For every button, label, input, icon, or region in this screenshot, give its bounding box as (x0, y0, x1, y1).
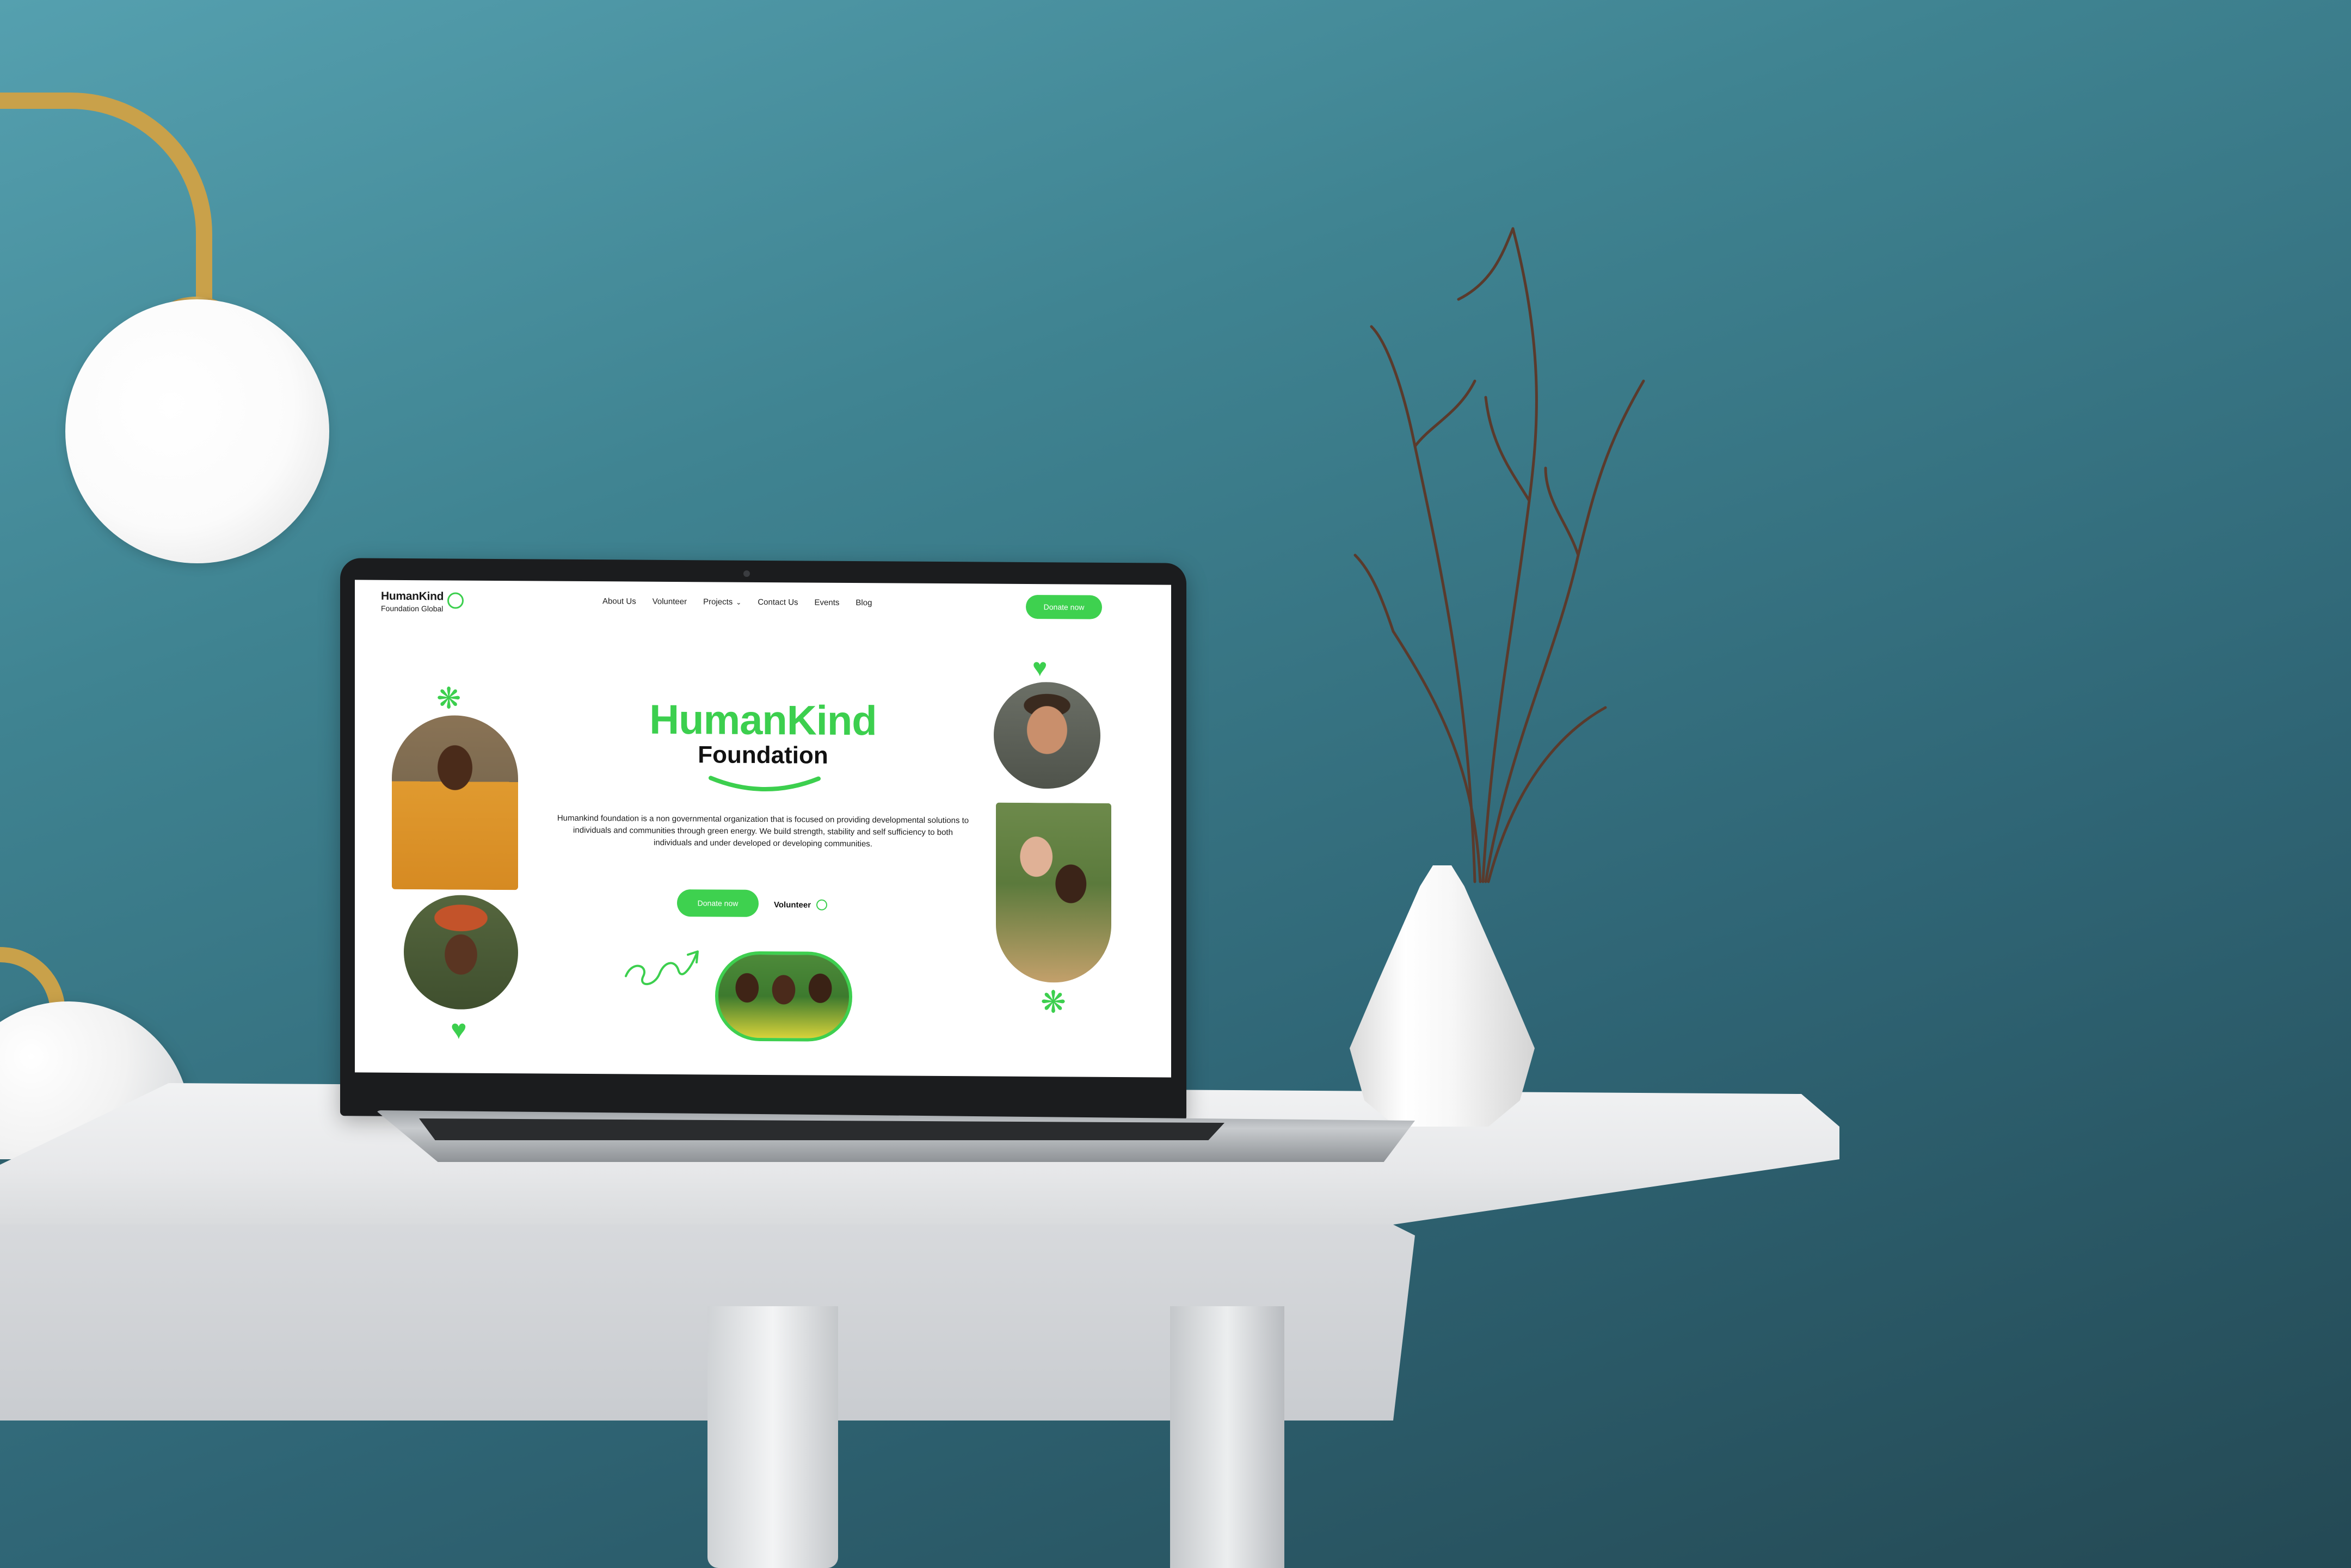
vase-branches (1353, 227, 1645, 883)
hero-description: Humankind foundation is a non government… (557, 813, 969, 848)
heart-icon: ♥ (1032, 653, 1048, 682)
main-nav: About Us Volunteer Projects ⌄ Contact Us … (602, 597, 872, 607)
logo-subtitle: Foundation Global (381, 604, 444, 613)
nav-projects[interactable]: Projects ⌄ (703, 597, 741, 606)
smile-underline (709, 776, 821, 791)
nav-projects-label: Projects (703, 597, 733, 607)
volunteer-link[interactable]: Volunteer (774, 899, 828, 911)
donate-button[interactable]: Donate now (677, 889, 759, 917)
nav-donate-button[interactable]: Donate now (1026, 594, 1102, 619)
heart-icon (447, 592, 464, 609)
nav-events[interactable]: Events (815, 598, 840, 607)
chevron-down-icon: ⌄ (736, 598, 742, 606)
nav-contact-us[interactable]: Contact Us (758, 598, 798, 607)
nav-about-us[interactable]: About Us (602, 597, 636, 606)
hero-title: HumanKind (649, 696, 877, 745)
nav-blog[interactable]: Blog (856, 598, 872, 607)
volunteer-label: Volunteer (774, 900, 811, 910)
arrow-swirl-icon (625, 950, 699, 986)
desk-leg (1170, 1306, 1284, 1568)
lamp-globe (65, 299, 329, 563)
nav-volunteer[interactable]: Volunteer (653, 597, 687, 606)
heart-icon (816, 899, 828, 911)
photo-children-group (715, 951, 852, 1042)
desk-leg (707, 1306, 838, 1568)
mockup-scene: HumanKind Foundation Global About Us Vol… (0, 0, 2351, 1568)
laptop-camera (743, 570, 750, 577)
laptop-screen: HumanKind Foundation Global About Us Vol… (355, 580, 1171, 1078)
flower-icon: ❋ (1041, 985, 1066, 1019)
hero-subtitle: Foundation (698, 741, 828, 769)
vase (1350, 865, 1535, 1127)
heart-icon: ♥ (451, 1014, 467, 1045)
photo-woman (404, 894, 518, 1010)
logo-title: HumanKind (381, 589, 444, 603)
site-logo[interactable]: HumanKind Foundation Global (381, 589, 464, 613)
photo-woman-with-child (996, 802, 1111, 983)
